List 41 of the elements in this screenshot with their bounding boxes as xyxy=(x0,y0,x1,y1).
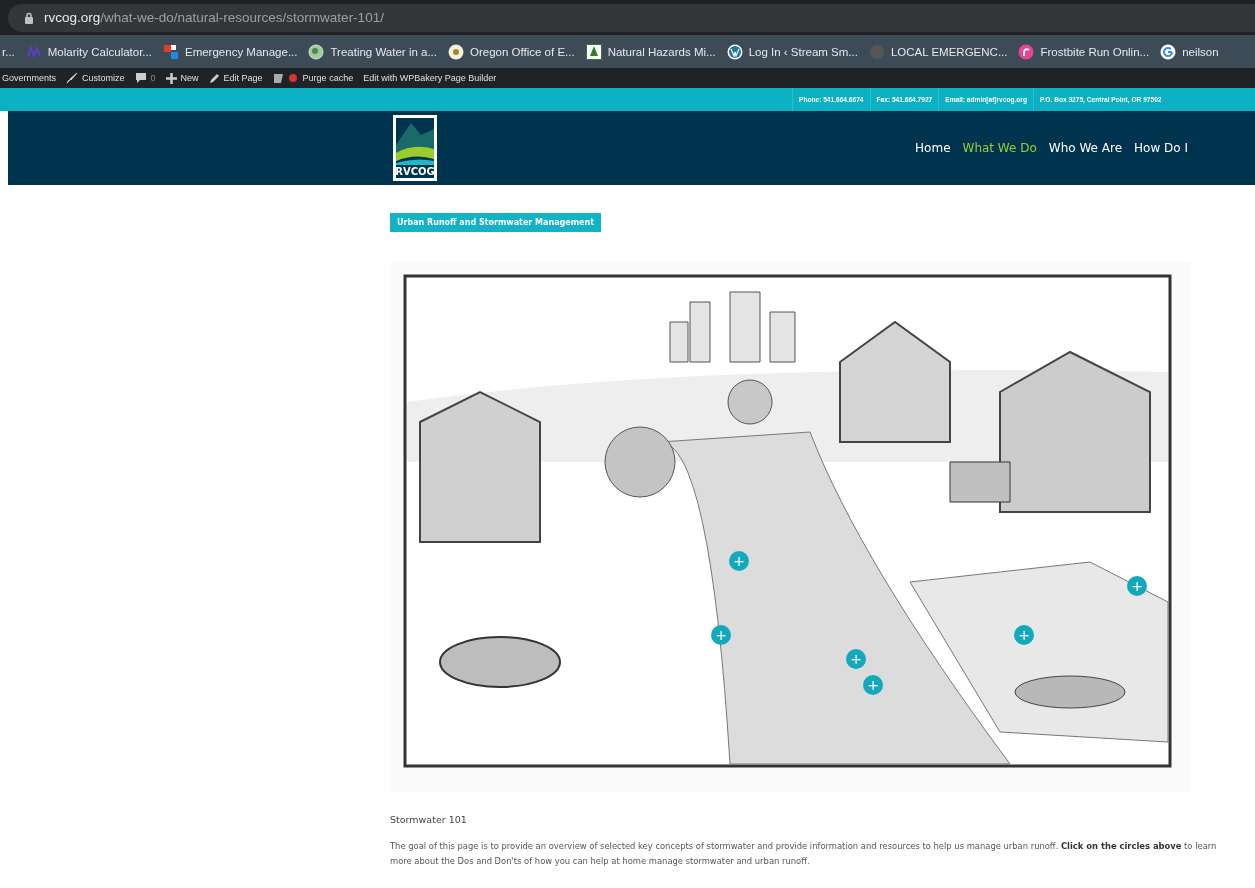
admin-bar-item[interactable]: New xyxy=(165,72,199,84)
bookmark[interactable]: LOCAL EMERGENC... xyxy=(868,43,1008,60)
plus-icon xyxy=(165,72,177,84)
nav-link[interactable]: How Do I xyxy=(1134,141,1188,155)
brush-icon xyxy=(66,72,79,84)
seo-icon xyxy=(272,72,299,84)
wordpress-icon xyxy=(726,43,743,60)
squares-icon xyxy=(162,43,179,60)
nav-link[interactable]: Who We Are xyxy=(1048,141,1123,155)
admin-bar-item[interactable]: Purge cache xyxy=(272,72,354,84)
pencil-icon xyxy=(208,72,220,84)
seal-icon xyxy=(448,43,464,60)
nav-link[interactable]: What We Do xyxy=(962,141,1037,155)
bookmark[interactable]: Log In ‹ Stream Sm... xyxy=(726,43,858,60)
bookmark[interactable]: Emergency Manage... xyxy=(162,43,298,60)
intro-paragraph: The goal of this page is to provide an overview of selected key concepts of stormwater and provide information and resources to help us manage urban runoff. Click on the circles above to learn more about the Dos and Don'ts of how you can help at home manage stormwater and urban runoff. xyxy=(390,840,1218,868)
site-logo-icon xyxy=(1018,43,1035,60)
molecule-icon xyxy=(25,45,42,58)
lock-icon xyxy=(24,11,34,24)
nav-link[interactable]: Home xyxy=(915,141,951,155)
tree-icon xyxy=(585,43,602,60)
admin-bar-item[interactable]: Governments xyxy=(2,73,57,83)
bookmark[interactable]: neilson xyxy=(1160,43,1219,60)
bookmark[interactable]: Natural Hazards Mi... xyxy=(585,43,716,60)
bookmark[interactable]: Oregon Office of E... xyxy=(448,43,575,60)
admin-bar-item[interactable]: Edit Page xyxy=(208,72,263,84)
google-icon xyxy=(1160,43,1177,60)
admin-bar-item[interactable]: 0 xyxy=(134,72,156,84)
url-text: rvcog.org/what-we-do/natural-resources/stormwater-101/ xyxy=(44,10,384,25)
bookmark[interactable]: r... xyxy=(2,45,15,58)
address-bar[interactable]: rvcog.org/what-we-do/natural-resources/stormwater-101/ xyxy=(8,3,1255,32)
bookmark[interactable]: Treating Water in a... xyxy=(308,43,437,60)
admin-bar-item[interactable]: Customize xyxy=(66,72,125,84)
bookmark[interactable]: Frostbite Run Onlin... xyxy=(1018,43,1150,60)
logo-icon[interactable]: RVCOG xyxy=(393,115,437,181)
section-heading: Stormwater 101 xyxy=(390,814,468,825)
globe-icon xyxy=(308,43,325,60)
comment-icon xyxy=(134,72,147,84)
circle-icon xyxy=(868,43,885,60)
bookmark[interactable]: Molarity Calculator... xyxy=(25,45,152,58)
admin-bar-item[interactable]: Edit with WPBakery Page Builder xyxy=(363,73,497,83)
